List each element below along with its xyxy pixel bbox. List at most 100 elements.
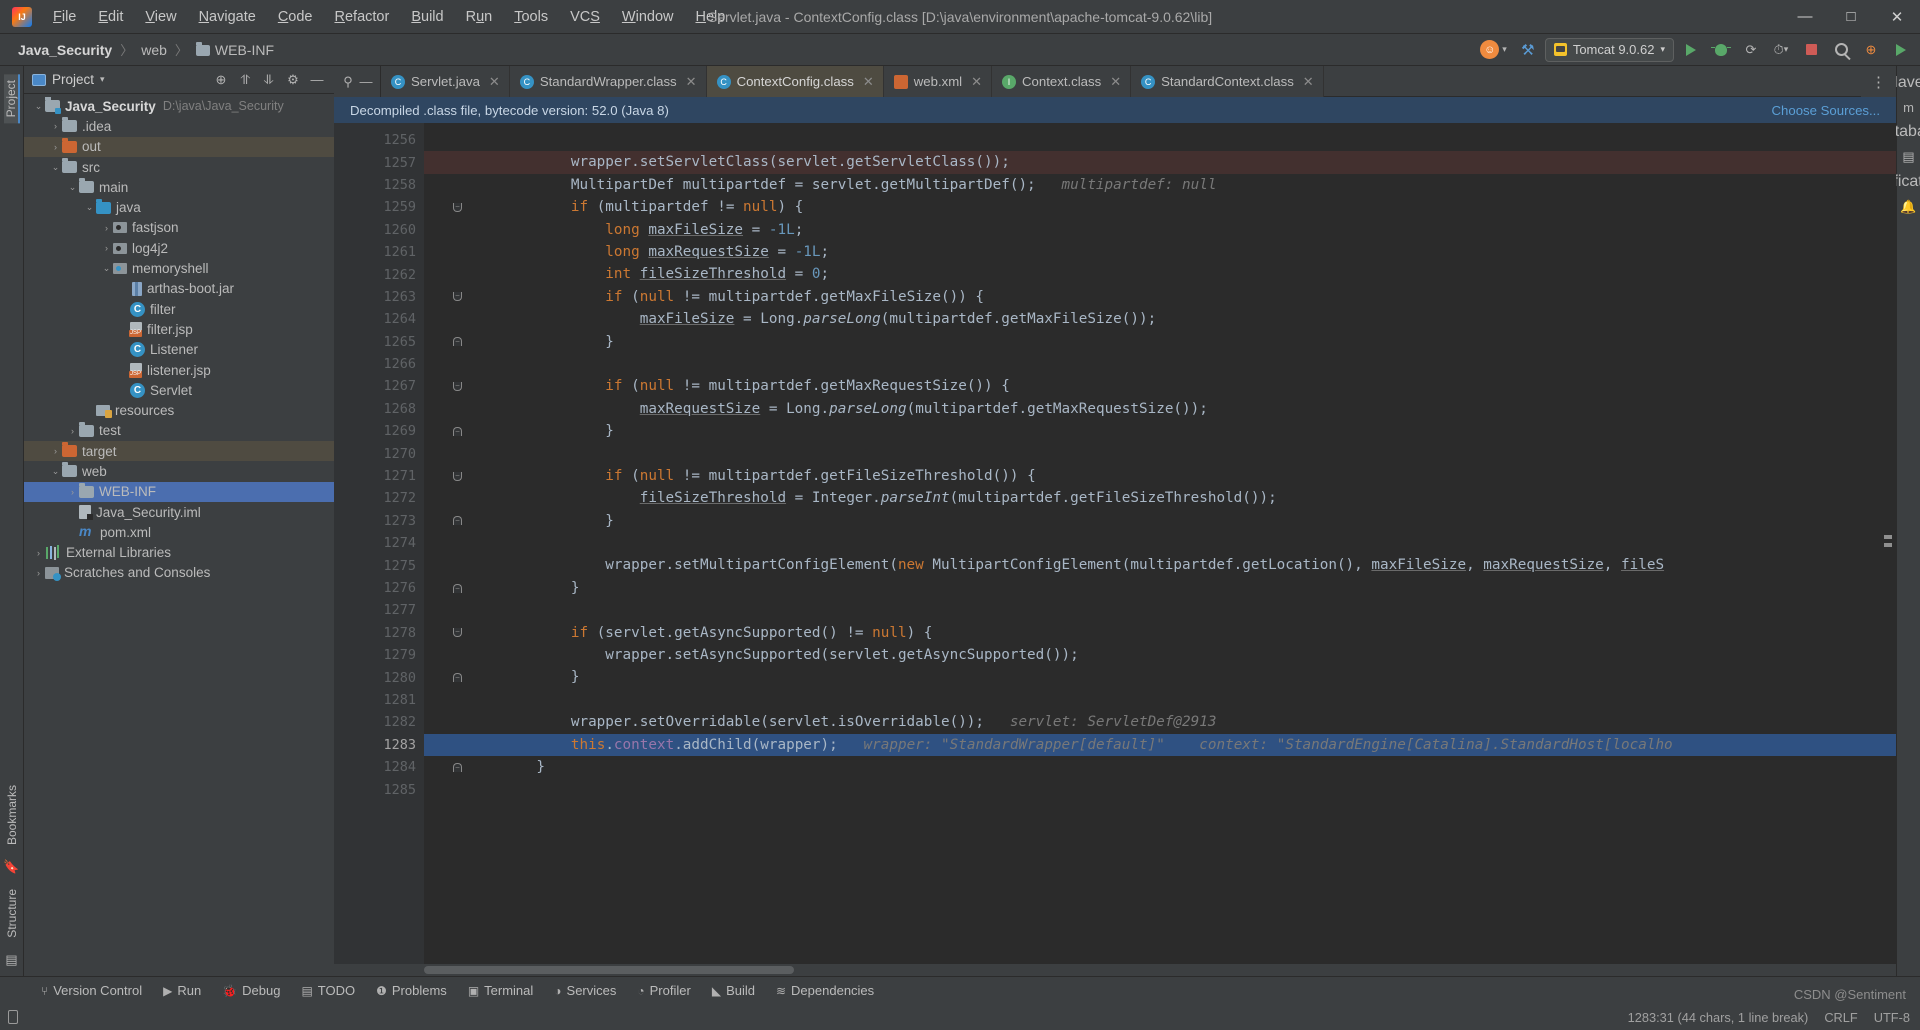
file-encoding[interactable]: UTF-8 [1874, 1010, 1910, 1025]
rail-item-project[interactable]: Project [3, 74, 20, 124]
chevron-right-icon[interactable]: › [66, 426, 79, 436]
menu-item-window[interactable]: Window [611, 6, 685, 28]
code-line[interactable]: if (servlet.getAsyncSupported() != null)… [424, 622, 1896, 644]
tree-node-memoryshell[interactable]: ⌄ memoryshell [24, 258, 334, 278]
code-line[interactable]: int fileSizeThreshold = 0; [424, 263, 1896, 285]
tree-node-test[interactable]: › test [24, 421, 334, 441]
tool-window-build[interactable]: ◣ Build [703, 980, 764, 1001]
code-line[interactable] [424, 353, 1896, 375]
gutter-line[interactable]: 1276− [334, 577, 462, 599]
gutter-line[interactable]: 1269− [334, 420, 462, 442]
menu-item-vcs[interactable]: VCS [559, 6, 611, 28]
gutter-line[interactable]: 1277 [334, 599, 424, 621]
chevron-down-icon[interactable]: ▾ [100, 74, 105, 85]
code-line[interactable]: } [424, 666, 1896, 688]
chevron-down-icon[interactable]: ⌄ [83, 202, 96, 213]
tool-window-profiler[interactable]: ◔ Profiler [628, 980, 699, 1001]
tree-node-resources[interactable]: resources [24, 400, 334, 420]
choose-sources-link[interactable]: Choose Sources... [1772, 103, 1881, 118]
editor-tab-standardcontext-class[interactable]: C StandardContext.class ✕ [1131, 66, 1324, 97]
rail-item-structure[interactable]: Structure [5, 883, 19, 944]
code-line[interactable]: long maxRequestSize = -1L; [424, 241, 1896, 263]
gutter-line[interactable]: 1283 [334, 734, 441, 756]
editor-tabs[interactable]: C Servlet.java ✕ C StandardWrapper.class ✕ C Co… [381, 66, 1324, 97]
minimize-button[interactable]: — [1782, 0, 1828, 33]
code-line[interactable]: } [424, 420, 1896, 442]
chevron-down-icon[interactable]: ⌄ [66, 182, 79, 193]
tree-node-scratches-and-consoles[interactable]: › Scratches and Consoles [24, 563, 334, 583]
tree-node-external-libraries[interactable]: › External Libraries [24, 543, 334, 563]
tree-node-src[interactable]: ⌄ src [24, 157, 334, 177]
gutter-line[interactable]: 1279 [334, 644, 424, 666]
gutter-line[interactable]: 1282 [334, 711, 424, 733]
horizontal-scrollbar[interactable] [334, 964, 1896, 976]
gutter-line[interactable]: 1273− [334, 510, 462, 532]
code-line[interactable]: maxRequestSize = Long.parseLong(multipar… [424, 398, 1896, 420]
tree-node-java-security[interactable]: ⌄ Java_Security D:\java\Java_Security [24, 96, 334, 116]
gutter-line[interactable]: 1268 [334, 398, 424, 420]
gutter-line[interactable]: 1265− [334, 331, 462, 353]
bottom-run-icon[interactable] [1888, 38, 1914, 62]
editor-gutter[interactable]: 1256 1257 1258 1259− 1260 1261 1262 1263− 1264 12… [334, 123, 462, 964]
tree-node-filter-jsp[interactable]: filter.jsp [24, 319, 334, 339]
collapse-icon[interactable]: ⥣ [234, 69, 256, 91]
editor-tab-servlet-java[interactable]: C Servlet.java ✕ [381, 66, 510, 97]
run-configuration-selector[interactable]: Tomcat 9.0.62 ▾ [1544, 37, 1674, 62]
tool-window-services[interactable]: ◑ Services [545, 980, 625, 1001]
gutter-line[interactable]: 1274 [334, 532, 424, 554]
gutter-line[interactable]: 1263− [334, 286, 462, 308]
tree-node-arthas-boot-jar[interactable]: arthas-boot.jar [24, 279, 334, 299]
code-line[interactable]: fileSizeThreshold = Integer.parseInt(mul… [424, 487, 1896, 509]
chevron-down-icon[interactable]: ⌄ [100, 263, 113, 274]
tree-node-java[interactable]: ⌄ java [24, 197, 334, 217]
code-content[interactable]: wrapper.setServletClass(servlet.getServl… [424, 123, 1896, 964]
gutter-line[interactable]: 1256 [334, 129, 424, 151]
tool-window-debug[interactable]: 🐞 Debug [213, 980, 289, 1001]
chevron-down-icon[interactable]: ⌄ [49, 162, 62, 173]
gutter-line[interactable]: 1275 [334, 554, 424, 576]
breadcrumb-item-project[interactable]: Java_Security [14, 40, 116, 60]
code-line[interactable]: } [424, 756, 1896, 778]
breadcrumb-item-web[interactable]: web [137, 40, 171, 60]
tree-node-java-security-iml[interactable]: Java_Security.iml [24, 502, 334, 522]
code-line[interactable] [424, 532, 1896, 554]
code-line[interactable]: if (null != multipartdef.getMaxRequestSi… [424, 375, 1896, 397]
breadcrumb-item-webinf[interactable]: WEB-INF [192, 40, 278, 60]
stop-icon[interactable] [1798, 38, 1824, 62]
target-icon[interactable]: ⊕ [210, 69, 232, 91]
tree-node-servlet[interactable]: C Servlet [24, 380, 334, 400]
gutter-line[interactable]: 1264 [334, 308, 424, 330]
gutter-line[interactable]: 1278− [334, 622, 462, 644]
hammer-icon[interactable]: ⚒ [1515, 38, 1541, 62]
menu-item-help[interactable]: Help [684, 6, 736, 28]
tool-window-problems[interactable]: ❶ Problems [367, 980, 456, 1001]
chevron-right-icon[interactable]: › [66, 487, 79, 497]
chevron-right-icon[interactable]: › [49, 121, 62, 131]
tool-window-run[interactable]: ▶ Run [154, 980, 210, 1001]
editor-tab-context-class[interactable]: I Context.class ✕ [992, 66, 1132, 97]
gutter-line[interactable]: 1262 [334, 263, 424, 285]
tree-node-listener-jsp[interactable]: listener.jsp [24, 360, 334, 380]
close-icon[interactable]: ✕ [1303, 74, 1314, 90]
chevron-right-icon[interactable]: › [100, 243, 113, 253]
tool-window-version-control[interactable]: ⑂ Version Control [32, 980, 151, 1001]
update-icon[interactable]: ⊕ [1858, 38, 1884, 62]
tool-window-dependencies[interactable]: ≋ Dependencies [767, 980, 883, 1001]
debug-icon[interactable] [1708, 38, 1734, 62]
code-line[interactable]: long maxFileSize = -1L; [424, 219, 1896, 241]
chevron-down-icon[interactable]: ⌄ [49, 466, 62, 477]
tree-node-web-inf[interactable]: › WEB-INF [24, 481, 334, 502]
close-icon[interactable]: ✕ [863, 74, 874, 90]
code-line[interactable]: wrapper.setServletClass(servlet.getServl… [424, 151, 1896, 174]
close-icon[interactable]: ✕ [686, 74, 697, 90]
code-line[interactable]: MultipartDef multipartdef = servlet.getM… [424, 174, 1896, 196]
tree-node-out[interactable]: › out [24, 136, 334, 157]
chevron-right-icon[interactable]: › [49, 142, 62, 152]
code-line[interactable]: if (null != multipartdef.getMaxFileSize(… [424, 286, 1896, 308]
code-line[interactable] [424, 442, 1896, 464]
menu-item-tools[interactable]: Tools [503, 6, 559, 28]
editor-tab-standardwrapper-class[interactable]: C StandardWrapper.class ✕ [509, 66, 707, 97]
chevron-right-icon[interactable]: › [32, 568, 45, 578]
gutter-line[interactable]: 1281 [334, 689, 424, 711]
code-line[interactable] [424, 129, 1896, 151]
